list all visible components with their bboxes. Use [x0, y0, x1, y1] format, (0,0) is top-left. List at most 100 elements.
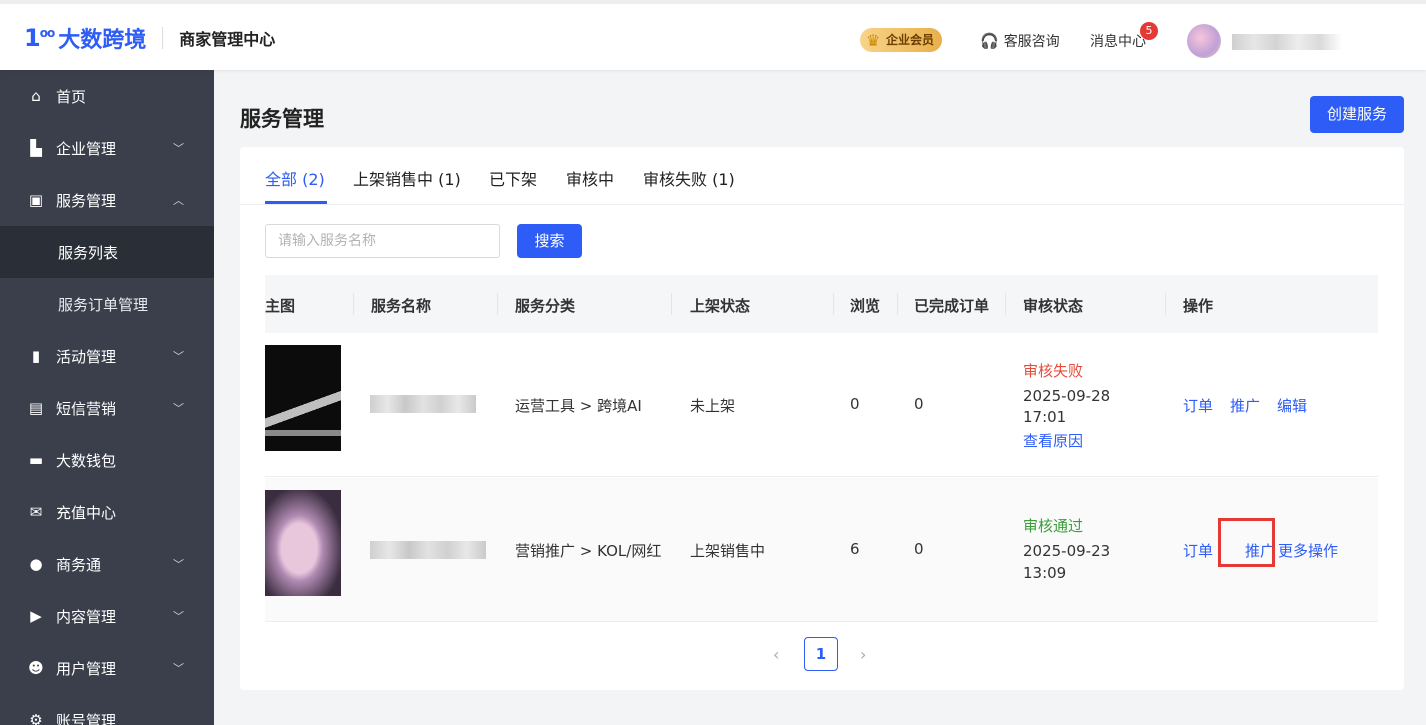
column-header-name: 服务名称: [371, 297, 432, 315]
promote-link[interactable]: 推广: [1230, 395, 1260, 416]
recharge-icon: ✉: [29, 503, 43, 521]
bookmark-icon: ▮: [31, 347, 41, 365]
sidebar-item-label: 账号管理: [56, 711, 117, 725]
sidebar-item-enterprise[interactable]: ▙ 企业管理 ﹀: [0, 122, 214, 174]
sidebar-item-wallet[interactable]: ▬ 大数钱包: [0, 434, 214, 486]
sidebar-item-recharge[interactable]: ✉ 充值中心: [0, 486, 214, 538]
top-header: 1oo 大数跨境 商家管理中心 ♛ 企业会员 🎧 客服咨询 消息中心 5: [0, 0, 1426, 70]
table-row: 营销推广 > KOL/网红 上架销售中 6 0 审核通过 2025-09-23 …: [265, 478, 1378, 622]
search-button[interactable]: 搜索: [517, 224, 582, 258]
column-header-listing-status: 上架状态: [690, 297, 751, 315]
username-blurred[interactable]: [1232, 34, 1342, 50]
service-category: 运营工具 > 跨境AI: [515, 397, 642, 415]
building-icon: ▙: [30, 139, 42, 157]
sidebar-item-users[interactable]: ☻ 用户管理 ﹀: [0, 642, 214, 694]
crown-icon: ♛: [866, 31, 881, 50]
column-header-views: 浏览: [850, 297, 881, 315]
home-icon: ⌂: [31, 87, 41, 105]
active-tab-indicator: [265, 201, 327, 204]
sidebar: ⌂ 首页 ▙ 企业管理 ﹀ ▣ 服务管理 ︿ 服务列表 服务订单管理 ▮ 活动管…: [0, 70, 214, 725]
chevron-up-icon: ︿: [173, 194, 184, 207]
sidebar-item-service[interactable]: ▣ 服务管理 ︿: [0, 174, 214, 226]
sidebar-item-label: 商务通: [56, 555, 102, 574]
sidebar-item-label: 企业管理: [56, 139, 117, 158]
review-status: 审核通过: [1023, 517, 1084, 535]
chevron-down-icon: ﹀: [173, 610, 184, 623]
chevron-down-icon: ﹀: [173, 350, 184, 363]
views-count: 6: [850, 540, 860, 558]
column-divider: [1005, 293, 1006, 315]
create-service-button[interactable]: 创建服务: [1310, 96, 1404, 133]
message-count-badge: 5: [1140, 22, 1158, 40]
support-button[interactable]: 🎧 客服咨询: [980, 31, 1060, 51]
next-page-button[interactable]: ›: [860, 645, 866, 664]
order-link[interactable]: 订单: [1183, 540, 1213, 561]
prev-page-button[interactable]: ‹: [773, 645, 779, 664]
message-center-button[interactable]: 消息中心: [1090, 31, 1146, 51]
listing-status: 未上架: [690, 397, 736, 415]
review-time: 17:01: [1023, 408, 1067, 426]
wallet-icon: ▬: [28, 451, 44, 469]
page-title: 服务管理: [240, 107, 324, 131]
table-header: 主图 服务名称 服务分类 上架状态 浏览 已完成订单 审核状态 操作: [265, 275, 1378, 333]
views-count: 0: [850, 395, 860, 413]
order-link[interactable]: 订单: [1183, 395, 1213, 416]
sms-icon: ▤: [28, 399, 44, 417]
service-image[interactable]: [265, 490, 341, 596]
sidebar-item-service-list[interactable]: 服务列表: [0, 226, 214, 278]
column-divider: [833, 293, 834, 315]
sidebar-item-activity[interactable]: ▮ 活动管理 ﹀: [0, 330, 214, 382]
table-row: 运营工具 > 跨境AI 未上架 0 0 审核失败 2025-09-28 17:0…: [265, 333, 1378, 477]
service-name-blurred[interactable]: [370, 541, 486, 559]
service-name-blurred[interactable]: [370, 395, 476, 413]
chevron-down-icon: ﹀: [173, 662, 184, 675]
users-icon: ☻: [28, 659, 44, 677]
vip-label: 企业会员: [886, 33, 935, 47]
tab-delisted[interactable]: 已下架: [489, 166, 537, 190]
vip-badge[interactable]: ♛ 企业会员: [860, 28, 943, 52]
column-header-image: 主图: [265, 297, 296, 315]
sidebar-item-content[interactable]: ▶ 内容管理 ﹀: [0, 590, 214, 642]
tab-bar: 全部 (2) 上架销售中 (1) 已下架 审核中 审核失败 (1): [240, 147, 1404, 205]
promote-highlight-box: [1218, 518, 1275, 567]
sidebar-item-account[interactable]: ⚙ 账号管理: [0, 694, 214, 725]
orders-count: 0: [914, 395, 924, 413]
review-date: 2025-09-23: [1023, 542, 1111, 560]
tab-all[interactable]: 全部 (2): [265, 166, 325, 190]
column-header-actions: 操作: [1183, 297, 1214, 315]
sidebar-item-sms[interactable]: ▤ 短信营销 ﹀: [0, 382, 214, 434]
chevron-down-icon: ﹀: [173, 142, 184, 155]
column-divider: [353, 293, 354, 315]
pagination: ‹ 1 ›: [240, 637, 1404, 673]
column-divider: [671, 293, 672, 315]
sidebar-item-service-orders[interactable]: 服务订单管理: [0, 278, 214, 330]
page-number-current[interactable]: 1: [804, 637, 838, 671]
logo-mark: 1oo: [24, 24, 55, 52]
view-reason-link[interactable]: 查看原因: [1023, 430, 1083, 451]
column-header-category: 服务分类: [515, 297, 576, 315]
service-category: 营销推广 > KOL/网红: [515, 542, 662, 560]
service-card: 全部 (2) 上架销售中 (1) 已下架 审核中 审核失败 (1) 搜索 主图 …: [240, 147, 1404, 690]
review-time: 13:09: [1023, 564, 1067, 582]
search-input[interactable]: [265, 224, 500, 258]
logo[interactable]: 1oo 大数跨境 商家管理中心: [24, 22, 275, 54]
service-image[interactable]: [265, 345, 341, 451]
tab-review-failed[interactable]: 审核失败 (1): [643, 166, 735, 190]
sidebar-item-label: 大数钱包: [56, 451, 117, 470]
document-icon: ▶: [30, 607, 42, 625]
edit-link[interactable]: 编辑: [1277, 395, 1307, 416]
briefcase-icon: ▣: [28, 191, 44, 209]
tab-on-sale[interactable]: 上架销售中 (1): [353, 166, 461, 190]
chat-icon: ●: [29, 555, 43, 573]
sidebar-item-business[interactable]: ● 商务通 ﹀: [0, 538, 214, 590]
column-divider: [1165, 293, 1166, 315]
column-header-orders: 已完成订单: [914, 297, 990, 315]
more-actions-link[interactable]: 更多操作: [1278, 540, 1338, 561]
sidebar-item-label: 首页: [56, 87, 87, 106]
orders-count: 0: [914, 540, 924, 558]
sidebar-item-home[interactable]: ⌂ 首页: [0, 70, 214, 122]
sidebar-item-label: 服务管理: [56, 191, 117, 210]
header-subtitle: 商家管理中心: [179, 30, 276, 49]
tab-reviewing[interactable]: 审核中: [566, 166, 614, 190]
avatar[interactable]: [1187, 24, 1221, 58]
